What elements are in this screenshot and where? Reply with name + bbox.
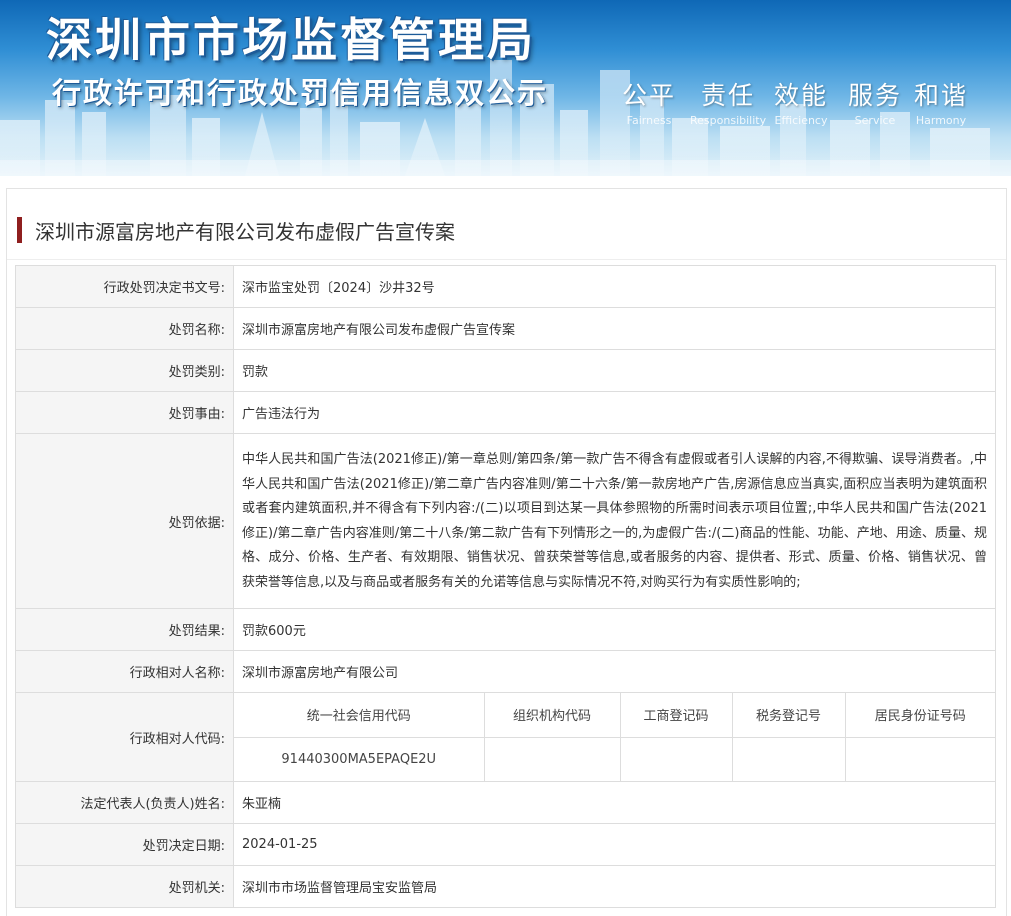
slogan-group: 公平 Fairness 责任 Responsibility 效能 Efficie… bbox=[622, 76, 982, 127]
penalty-name-label: 处罚名称: bbox=[15, 307, 234, 350]
party-code-table: 统一社会信用代码 组织机构代码 工商登记码 税务登记号 居民身份证号码 9144… bbox=[234, 693, 995, 781]
penalty-result-value: 罚款600元 bbox=[233, 608, 996, 651]
site-subtitle: 行政许可和行政处罚信用信息双公示 bbox=[52, 76, 549, 110]
title-accent-bar bbox=[17, 217, 22, 243]
id-card-header: 居民身份证号码 bbox=[844, 693, 995, 738]
credit-code-value: 91440300MA5EPAQE2U bbox=[234, 736, 485, 781]
doc-no-value: 深市监宝处罚〔2024〕沙井32号 bbox=[233, 265, 996, 308]
legal-rep-label: 法定代表人(负责人)姓名: bbox=[15, 781, 234, 824]
site-banner: 深圳市市场监督管理局 行政许可和行政处罚信用信息双公示 公平 Fairness … bbox=[0, 0, 1011, 176]
case-title-text: 深圳市源富房地产有限公司发布虚假广告宣传案 bbox=[35, 219, 455, 244]
penalty-category-label: 处罚类别: bbox=[15, 349, 234, 392]
slogan-responsibility: 责任 Responsibility bbox=[690, 81, 767, 127]
penalty-basis-value: 中华人民共和国广告法(2021修正)/第一章总则/第四条/第一款广告不得含有虚假… bbox=[242, 452, 987, 590]
slogan-fairness: 公平 Fairness bbox=[622, 81, 677, 127]
tax-reg-header: 税务登记号 bbox=[731, 693, 846, 738]
credit-code-header: 统一社会信用代码 bbox=[234, 693, 485, 738]
authority-value: 深圳市市场监督管理局宝安监管局 bbox=[233, 865, 996, 908]
penalty-category-value: 罚款 bbox=[233, 349, 996, 392]
decision-date-value: 2024-01-25 bbox=[233, 823, 996, 866]
party-name-label: 行政相对人名称: bbox=[15, 650, 234, 693]
divider bbox=[7, 259, 1006, 260]
party-code-cell: 统一社会信用代码 组织机构代码 工商登记码 税务登记号 居民身份证号码 9144… bbox=[233, 692, 996, 782]
table-row: 处罚名称: 深圳市源富房地产有限公司发布虚假广告宣传案 bbox=[15, 307, 996, 350]
slogan-efficiency: 效能 Efficiency bbox=[774, 81, 829, 127]
table-row: 法定代表人(负责人)姓名: 朱亚楠 bbox=[15, 781, 996, 824]
slogan-service: 服务 Service bbox=[848, 81, 903, 127]
legal-rep-value: 朱亚楠 bbox=[233, 781, 996, 824]
decision-date-label: 处罚决定日期: bbox=[15, 823, 234, 866]
tax-reg-value bbox=[731, 736, 846, 781]
penalty-result-label: 处罚结果: bbox=[15, 608, 234, 651]
table-row: 处罚结果: 罚款600元 bbox=[15, 608, 996, 651]
table-row: 处罚决定日期: 2024-01-25 bbox=[15, 823, 996, 866]
code-header-row: 统一社会信用代码 组织机构代码 工商登记码 税务登记号 居民身份证号码 bbox=[234, 693, 995, 738]
org-code-header: 组织机构代码 bbox=[483, 693, 621, 738]
table-row: 行政相对人名称: 深圳市源富房地产有限公司 bbox=[15, 650, 996, 693]
org-code-value bbox=[483, 736, 621, 781]
party-code-label: 行政相对人代码: bbox=[15, 692, 234, 782]
code-value-row: 91440300MA5EPAQE2U bbox=[234, 736, 995, 781]
penalty-basis-cell: 中华人民共和国广告法(2021修正)/第一章总则/第四条/第一款广告不得含有虚假… bbox=[233, 433, 996, 609]
table-row: 处罚类别: 罚款 bbox=[15, 349, 996, 392]
penalty-info-table: 行政处罚决定书文号: 深市监宝处罚〔2024〕沙井32号 处罚名称: 深圳市源富… bbox=[15, 265, 996, 908]
penalty-name-value: 深圳市源富房地产有限公司发布虚假广告宣传案 bbox=[233, 307, 996, 350]
penalty-basis-label: 处罚依据: bbox=[15, 433, 234, 609]
party-name-value: 深圳市源富房地产有限公司 bbox=[233, 650, 996, 693]
doc-no-label: 行政处罚决定书文号: bbox=[15, 265, 234, 308]
table-row: 处罚事由: 广告违法行为 bbox=[15, 391, 996, 434]
table-row: 处罚机关: 深圳市市场监督管理局宝安监管局 bbox=[15, 865, 996, 908]
penalty-reason-label: 处罚事由: bbox=[15, 391, 234, 434]
site-title: 深圳市市场监督管理局 bbox=[46, 13, 536, 67]
table-row: 处罚依据: 中华人民共和国广告法(2021修正)/第一章总则/第四条/第一款广告… bbox=[15, 433, 996, 609]
authority-label: 处罚机关: bbox=[15, 865, 234, 908]
penalty-reason-value: 广告违法行为 bbox=[233, 391, 996, 434]
id-card-value bbox=[844, 736, 995, 781]
business-reg-header: 工商登记码 bbox=[619, 693, 733, 738]
table-row: 行政处罚决定书文号: 深市监宝处罚〔2024〕沙井32号 bbox=[15, 265, 996, 308]
table-row: 行政相对人代码: 统一社会信用代码 组织机构代码 工商登记码 税务登记号 居民身… bbox=[15, 692, 996, 782]
case-title: 深圳市源富房地产有限公司发布虚假广告宣传案 bbox=[17, 217, 455, 244]
business-reg-value bbox=[619, 736, 733, 781]
slogan-harmony: 和谐 Harmony bbox=[914, 81, 969, 127]
record-panel: 深圳市源富房地产有限公司发布虚假广告宣传案 行政处罚决定书文号: 深市监宝处罚〔… bbox=[6, 188, 1007, 916]
